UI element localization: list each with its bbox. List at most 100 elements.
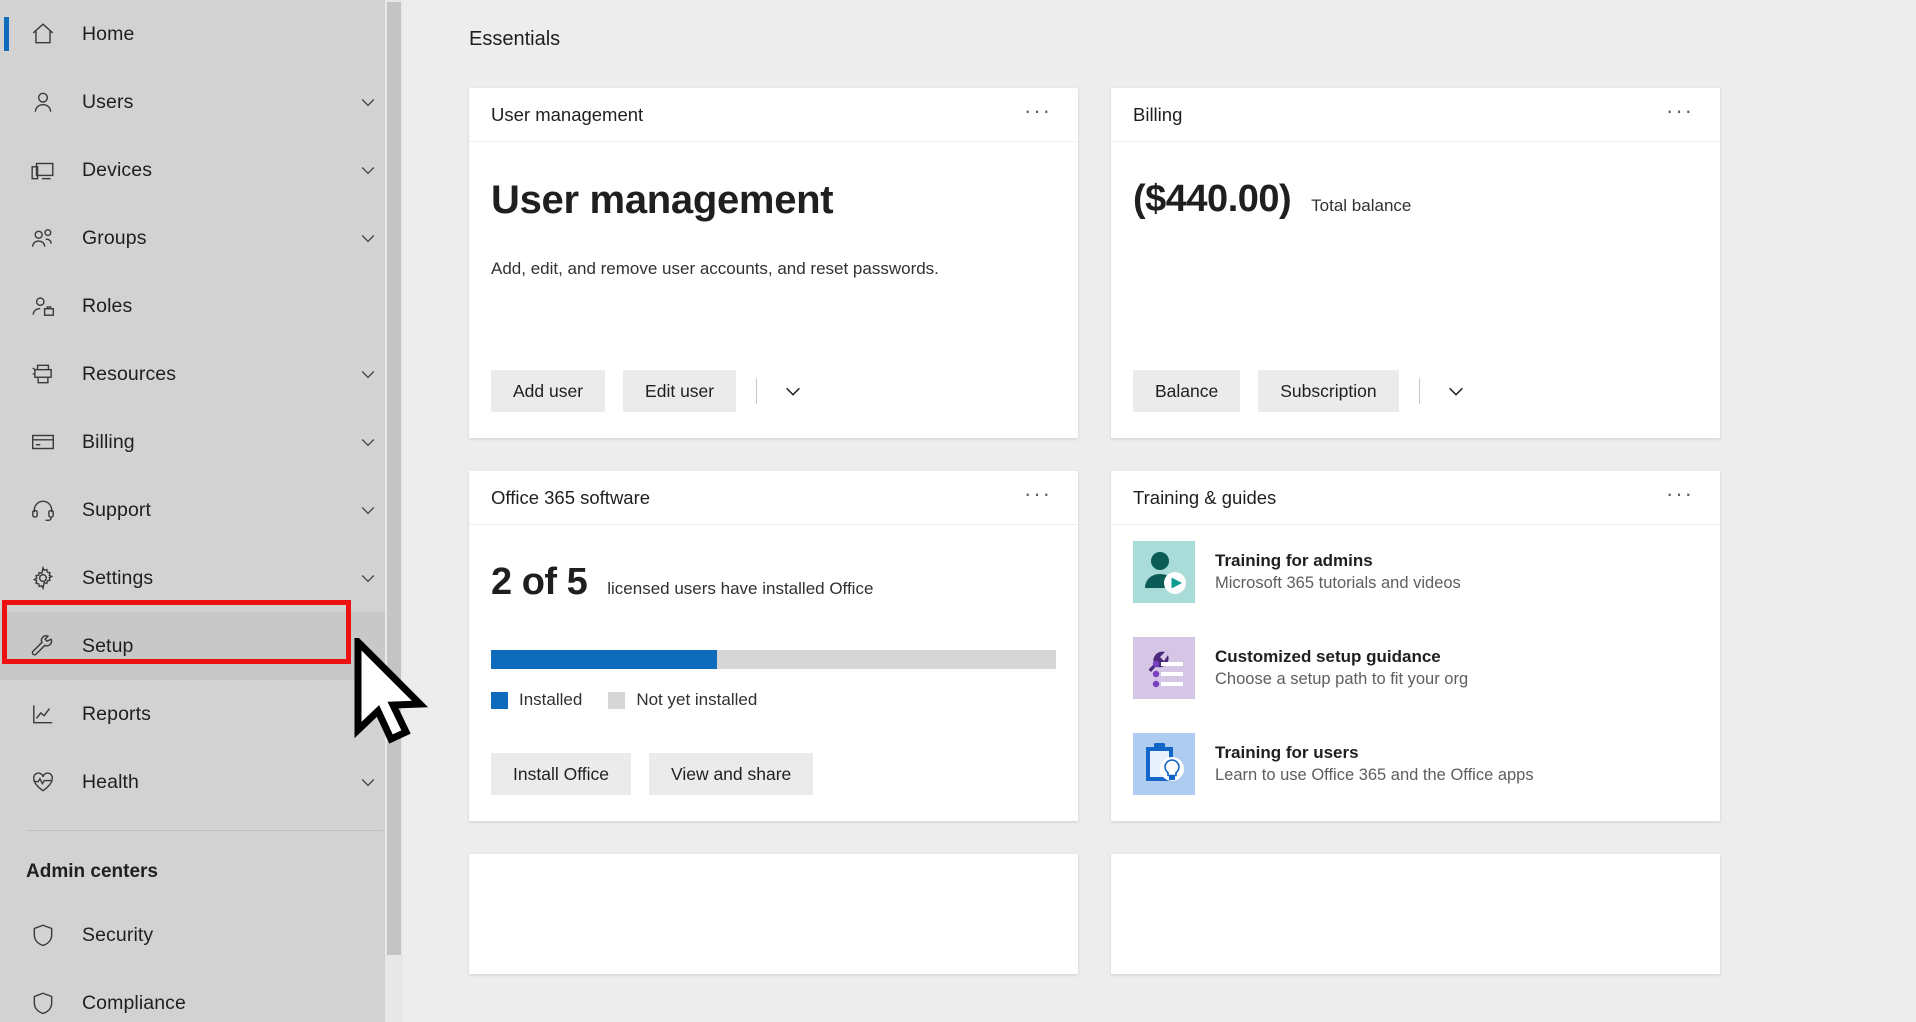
action-separator bbox=[756, 378, 758, 404]
gear-icon bbox=[26, 561, 60, 595]
office-install-legend: Installed Not yet installed bbox=[491, 690, 1056, 710]
sidebar-item-billing[interactable]: Billing bbox=[0, 408, 403, 476]
sidebar-item-label: Resources bbox=[82, 362, 177, 385]
training-item-list: Training for admins Microsoft 365 tutori… bbox=[1111, 525, 1720, 821]
training-item-texts: Training for users Learn to use Office 3… bbox=[1215, 743, 1534, 785]
billing-total-balance-amount: ($440.00) bbox=[1133, 178, 1292, 220]
sidebar-item-label: Groups bbox=[82, 226, 147, 249]
add-user-button[interactable]: Add user bbox=[491, 370, 606, 412]
sidebar-item-label: Setup bbox=[82, 634, 134, 657]
chevron-down-icon[interactable] bbox=[347, 364, 389, 384]
sidebar-item-roles[interactable]: Roles bbox=[0, 272, 403, 340]
card-title: Office 365 software bbox=[491, 486, 651, 508]
legend-item-installed: Installed bbox=[491, 690, 582, 710]
billing-card-icon bbox=[26, 425, 60, 459]
sidebar-item-label: Home bbox=[82, 22, 135, 45]
sidebar-item-setup[interactable]: Setup bbox=[0, 612, 403, 680]
sidebar-item-label: Security bbox=[82, 923, 154, 946]
training-item-texts: Customized setup guidance Choose a setup… bbox=[1215, 647, 1468, 689]
edit-user-button[interactable]: Edit user bbox=[623, 370, 737, 412]
card-next-row-right-partial bbox=[1111, 854, 1720, 974]
office-install-metric: 2 of 5 bbox=[491, 561, 588, 603]
sidebar-item-settings[interactable]: Settings bbox=[0, 544, 403, 612]
card-more-options-icon[interactable]: ··· bbox=[1020, 482, 1056, 513]
card-actions: Add user Edit user bbox=[469, 370, 1078, 438]
billing-more-actions-chevron[interactable] bbox=[1438, 370, 1474, 412]
heart-pulse-icon bbox=[26, 765, 60, 799]
office-install-progress-bar bbox=[491, 650, 1056, 669]
card-more-options-icon[interactable]: ··· bbox=[1020, 99, 1056, 130]
sidebar-item-label: Support bbox=[82, 498, 151, 521]
main-content: Essentials User management ··· User mana… bbox=[403, 0, 1916, 1022]
training-item-subtitle: Microsoft 365 tutorials and videos bbox=[1215, 574, 1461, 592]
legend-label-installed: Installed bbox=[519, 690, 583, 709]
chevron-down-icon[interactable] bbox=[347, 500, 389, 520]
sidebar-item-compliance[interactable]: Compliance bbox=[0, 969, 403, 1022]
sidebar-item-security[interactable]: Security bbox=[0, 901, 403, 969]
sidebar-item-groups[interactable]: Groups bbox=[0, 204, 403, 272]
legend-swatch-not-installed bbox=[608, 691, 626, 709]
training-item-title: Training for users bbox=[1215, 743, 1359, 762]
card-billing: Billing ··· ($440.00) Total balance Bala… bbox=[1111, 88, 1720, 438]
card-user-management: User management ··· User management Add,… bbox=[469, 88, 1078, 438]
training-users-icon bbox=[1133, 733, 1195, 795]
sidebar-item-resources[interactable]: Resources bbox=[0, 340, 403, 408]
sidebar-item-reports[interactable]: Reports bbox=[0, 680, 403, 748]
card-body: User management Add, edit, and remove us… bbox=[469, 142, 1078, 370]
card-next-row-left-partial bbox=[469, 854, 1078, 974]
card-header: Billing ··· bbox=[1111, 88, 1720, 142]
home-icon bbox=[26, 17, 60, 51]
sidebar-scrollbar-track[interactable] bbox=[385, 0, 403, 1022]
card-more-options-icon[interactable]: ··· bbox=[1662, 99, 1698, 130]
subscription-button[interactable]: Subscription bbox=[1258, 370, 1399, 412]
sidebar-item-support[interactable]: Support bbox=[0, 476, 403, 544]
billing-total-balance-label: Total balance bbox=[1311, 196, 1412, 215]
user-management-more-actions-chevron[interactable] bbox=[775, 370, 811, 412]
card-more-options-icon[interactable]: ··· bbox=[1662, 482, 1698, 513]
chevron-down-icon[interactable] bbox=[347, 432, 389, 452]
legend-item-not-installed: Not yet installed bbox=[608, 690, 757, 710]
office-install-metric-row: 2 of 5 licensed users have installed Off… bbox=[491, 561, 1056, 604]
sidebar-item-label: Health bbox=[82, 770, 139, 793]
sidebar-item-label: Reports bbox=[82, 702, 151, 725]
card-title: User management bbox=[491, 103, 644, 125]
sidebar-item-label: Devices bbox=[82, 158, 153, 181]
balance-button[interactable]: Balance bbox=[1133, 370, 1241, 412]
legend-swatch-installed bbox=[491, 691, 508, 709]
card-title: Training & guides bbox=[1133, 486, 1277, 508]
training-item-admins[interactable]: Training for admins Microsoft 365 tutori… bbox=[1133, 531, 1698, 613]
sidebar-item-label: Roles bbox=[82, 294, 133, 317]
dashboard-card-grid: User management ··· User management Add,… bbox=[469, 88, 1916, 974]
sidebar-item-devices[interactable]: Devices bbox=[0, 136, 403, 204]
roles-icon bbox=[26, 289, 60, 323]
card-header: Office 365 software ··· bbox=[469, 471, 1078, 525]
training-item-setup-guidance[interactable]: Customized setup guidance Choose a setup… bbox=[1133, 627, 1698, 709]
card-body: 2 of 5 licensed users have installed Off… bbox=[469, 525, 1078, 753]
sidebar-scrollbar-thumb[interactable] bbox=[387, 2, 401, 955]
chevron-down-icon[interactable] bbox=[347, 92, 389, 112]
resources-icon bbox=[26, 357, 60, 391]
view-and-share-button[interactable]: View and share bbox=[648, 753, 814, 795]
training-item-users[interactable]: Training for users Learn to use Office 3… bbox=[1133, 723, 1698, 805]
sidebar-item-health[interactable]: Health bbox=[0, 748, 403, 816]
chevron-down-icon[interactable] bbox=[347, 160, 389, 180]
groups-icon bbox=[26, 221, 60, 255]
install-office-button[interactable]: Install Office bbox=[491, 753, 631, 795]
headset-icon bbox=[26, 493, 60, 527]
training-item-subtitle: Learn to use Office 365 and the Office a… bbox=[1215, 766, 1534, 784]
sidebar-item-label: Settings bbox=[82, 566, 154, 589]
card-body: ($440.00) Total balance bbox=[1111, 142, 1720, 370]
page-title: Essentials bbox=[469, 28, 561, 50]
chevron-down-icon[interactable] bbox=[347, 228, 389, 248]
action-separator bbox=[1418, 378, 1420, 404]
chart-line-icon bbox=[26, 697, 60, 731]
devices-icon bbox=[26, 153, 60, 187]
chevron-down-icon[interactable] bbox=[347, 568, 389, 588]
setup-guidance-icon bbox=[1133, 637, 1195, 699]
chevron-down-icon[interactable] bbox=[347, 772, 389, 792]
sidebar-item-users[interactable]: Users bbox=[0, 68, 403, 136]
training-admins-icon bbox=[1133, 541, 1195, 603]
card-actions: Install Office View and share bbox=[469, 753, 1078, 821]
card-office-365-software: Office 365 software ··· 2 of 5 licensed … bbox=[469, 471, 1078, 821]
sidebar-item-home[interactable]: Home bbox=[0, 0, 403, 68]
